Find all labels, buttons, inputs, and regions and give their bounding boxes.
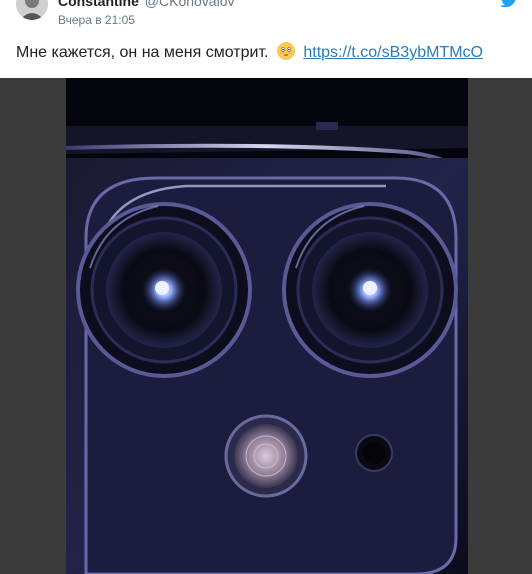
timestamp[interactable]: Вчера в 21:05 (58, 13, 135, 27)
author-line[interactable]: Constantine @CKonovalov (58, 0, 234, 9)
twitter-bird-icon[interactable] (500, 0, 518, 8)
tweet-text: Мне кажется, он на меня смотрит. https:/… (16, 42, 483, 64)
phone-camera-image (66, 78, 468, 574)
avatar[interactable] (16, 0, 48, 20)
tweet-media[interactable] (0, 78, 532, 574)
tweet-link[interactable]: https://t.co/sB3ybMTMcO (303, 44, 483, 61)
tweet-header: Constantine @CKonovalov Вчера в 21:05 (0, 0, 532, 36)
tweet-body: Мне кажется, он на меня смотрит. (16, 44, 269, 61)
flushed-face-emoji (277, 42, 295, 60)
camera-photo[interactable] (66, 78, 468, 574)
user-handle[interactable]: @CKonovalov (145, 0, 235, 9)
display-name[interactable]: Constantine (58, 0, 139, 9)
